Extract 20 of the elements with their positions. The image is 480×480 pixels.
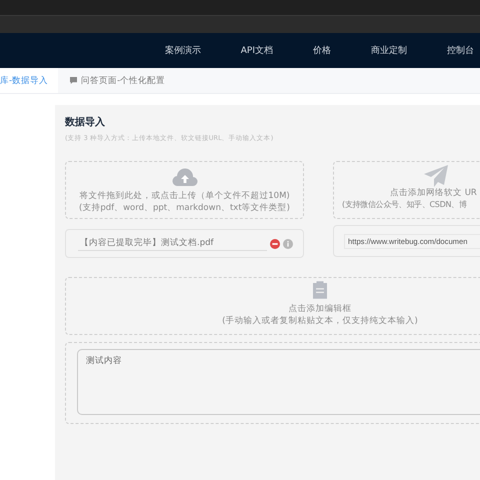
page-tab[interactable]: 问答页面-个性化配置 xyxy=(58,68,176,93)
upload-hint: (支持pdf、word、ppt、markdown、txt等文件类型) xyxy=(79,202,290,214)
remove-icon[interactable] xyxy=(270,238,280,248)
nav-link[interactable]: 商业定制 xyxy=(371,44,407,57)
file-name: 【内容已提取完毕】测试文档.pdf xyxy=(78,236,267,250)
editor-hint: (手动输入或者复制粘贴文本，仅支持纯文本输入) xyxy=(222,315,418,327)
comment-icon xyxy=(70,77,78,84)
nav-link[interactable]: 控制台 xyxy=(447,44,474,57)
url-hint: 点击添加网络软文 UR xyxy=(390,187,477,199)
nav-link[interactable]: API文档 xyxy=(240,44,273,57)
text-area-field[interactable]: 测试内容 xyxy=(77,349,480,415)
clipboard-icon xyxy=(313,281,327,299)
nav-link[interactable]: 案例演示 xyxy=(164,44,201,57)
url-hint: (支持微信公众号、知乎、CSDN、博 xyxy=(342,199,467,211)
editor-hint: 点击添加编辑框 xyxy=(288,303,352,315)
nav-link[interactable]: 价格 xyxy=(313,44,331,57)
panel-title: 数据导入 xyxy=(65,116,106,129)
upload-hint: 将文件拖到此处，或点击上传（单个文件不超过10M) xyxy=(79,190,290,202)
paper-plane-icon xyxy=(424,165,448,187)
cloud-upload-icon xyxy=(172,167,198,187)
